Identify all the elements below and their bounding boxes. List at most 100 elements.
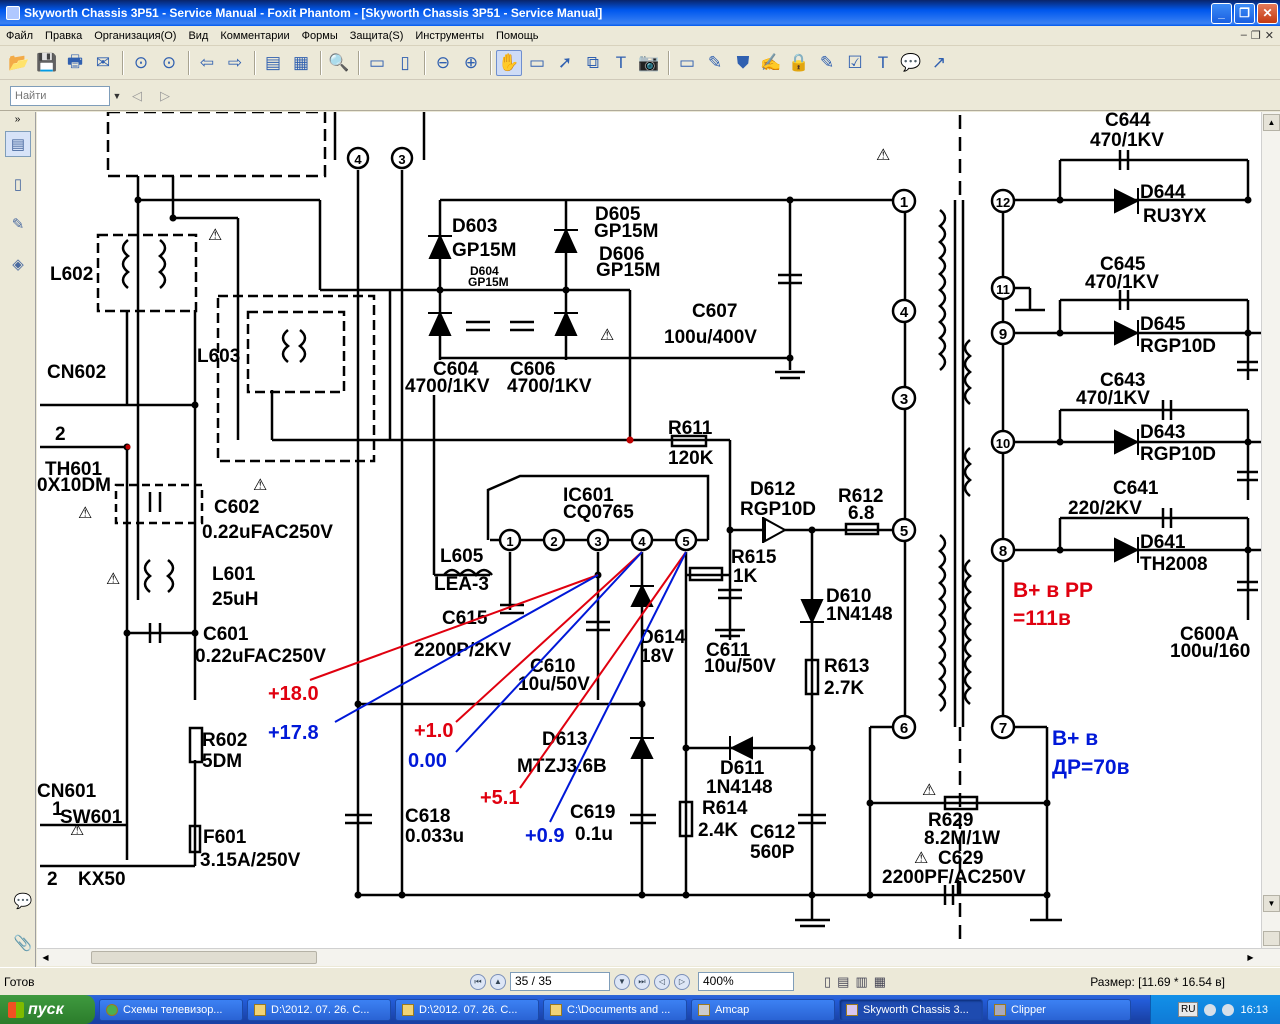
label-d641-value: TH2008 (1140, 554, 1208, 575)
snapshot-icon[interactable]: 📷 (636, 50, 662, 76)
minimize-button[interactable]: _ (1211, 2, 1232, 24)
menu-forms[interactable]: Формы (296, 30, 344, 42)
menu-tools[interactable]: Инструменты (409, 30, 490, 42)
last-page-icon[interactable]: ⏭ (634, 973, 650, 990)
prev-page-icon[interactable]: ▲ (490, 973, 506, 990)
maximize-button[interactable]: ❐ (1234, 2, 1255, 24)
scroll-down-icon[interactable]: ▼ (1263, 895, 1280, 912)
continuous-facing-icon[interactable]: ▦ (874, 974, 886, 990)
pin-7: 7 (999, 720, 1007, 737)
first-page-icon[interactable]: ⏮ (470, 973, 486, 990)
tray-app-icon[interactable] (1222, 1003, 1235, 1016)
doc-restore-icon[interactable]: ❐ (1251, 29, 1261, 42)
scroll-down-end-icon[interactable] (1263, 931, 1280, 946)
save-icon[interactable]: 💾 (34, 50, 60, 76)
task-folder-3[interactable]: C:\Documents and ... (543, 998, 687, 1021)
pin-1: 1 (900, 194, 908, 211)
binoculars-icon[interactable]: ⧉ (580, 50, 606, 76)
layers-icon[interactable]: ✎ (5, 211, 31, 237)
forward-view-icon[interactable]: ▷ (674, 973, 690, 990)
continuous-icon[interactable]: ▤ (837, 974, 849, 990)
zoom-field[interactable]: 400% (698, 972, 794, 991)
comments-panel-icon[interactable]: 💬 (10, 888, 36, 914)
attachments-panel-icon[interactable]: ◈ (5, 251, 31, 277)
rectangle-icon[interactable]: ▭ (674, 50, 700, 76)
toolbar-separator (490, 51, 492, 75)
extract-icon[interactable]: ▦ (288, 50, 314, 76)
task-folder-1[interactable]: D:\2012. 07. 26. С... (247, 998, 391, 1021)
menu-file[interactable]: Файл (0, 30, 39, 42)
doc-minimize-icon[interactable]: – (1241, 29, 1247, 42)
menu-organize[interactable]: Организация(O) (88, 30, 182, 42)
zoom-in-icon[interactable]: ⊕ (458, 50, 484, 76)
facing-icon[interactable]: ▥ (855, 974, 867, 990)
open-icon[interactable]: 📂 (6, 50, 32, 76)
doc-close-icon[interactable]: ✕ (1265, 29, 1274, 42)
lock-icon[interactable]: 🔒 (786, 50, 812, 76)
stamp-icon[interactable]: ⛊ (730, 50, 756, 76)
language-indicator[interactable]: RU (1178, 1002, 1199, 1017)
windows-logo-icon (8, 1001, 24, 1018)
zoom-icon[interactable]: 🔍 (326, 50, 352, 76)
hand-icon[interactable]: ✋ (496, 50, 522, 76)
menu-protect[interactable]: Защита(S) (344, 30, 410, 42)
textbox-icon[interactable]: T (870, 50, 896, 76)
scroll-right-icon[interactable]: ▶ (1243, 950, 1258, 965)
find-prev-icon[interactable]: ◁ (124, 83, 150, 109)
typewriter-icon[interactable]: T (608, 50, 634, 76)
paperclip-icon[interactable]: 📎 (10, 930, 36, 956)
zoom-out-icon[interactable]: ⊖ (430, 50, 456, 76)
close-button[interactable]: ✕ (1257, 2, 1278, 24)
label-r611: R611 (668, 418, 713, 439)
scroll-up-icon[interactable]: ▲ (1263, 114, 1280, 131)
back-icon[interactable]: ⇦ (194, 50, 220, 76)
horizontal-scroll-thumb[interactable] (91, 951, 317, 964)
voltage-pin5-measured: +0.9 (525, 825, 564, 847)
label-d644: D644 (1140, 182, 1186, 203)
pages-icon[interactable]: ▤ (260, 50, 286, 76)
vertical-scrollbar[interactable]: ▲ ▼ (1261, 112, 1280, 948)
pages-panel-icon[interactable]: ▯ (5, 171, 31, 197)
task-folder-2[interactable]: D:\2012. 07. 26. С... (395, 998, 539, 1021)
note-icon[interactable]: 💬 (898, 50, 924, 76)
next-page-icon[interactable]: ▼ (614, 973, 630, 990)
horizontal-scrollbar[interactable]: ◀ ▶ (37, 948, 1280, 966)
find-next-icon[interactable]: ▷ (152, 83, 178, 109)
fit-page-icon[interactable]: ▭ (364, 50, 390, 76)
chevron-down-icon[interactable]: ▼ (110, 91, 124, 101)
sign-icon[interactable]: ✍ (758, 50, 784, 76)
back-view-icon[interactable]: ◁ (654, 973, 670, 990)
menu-edit[interactable]: Правка (39, 30, 88, 42)
scroll-left-icon[interactable]: ◀ (38, 950, 53, 965)
task-foxit[interactable]: Skyworth Chassis 3... (839, 998, 983, 1021)
print-icon[interactable]: 🖶 (62, 50, 88, 76)
down-icon[interactable]: ⊙ (156, 50, 182, 76)
task-amcap[interactable]: Amcap (691, 998, 835, 1021)
status-bar: Готов ⏮ ▲ 35 / 35 ▼ ⏭ ◁ ▷ 400% ▯ ▤ ▥ ▦ Р… (0, 967, 1280, 995)
menu-comments[interactable]: Комментарии (214, 30, 295, 42)
warning-icon: ⚠ (78, 503, 92, 522)
find-input[interactable] (10, 85, 110, 106)
task-browser[interactable]: Схемы телевизор... (99, 998, 243, 1021)
form-icon[interactable]: ☑ (842, 50, 868, 76)
edit-icon[interactable]: ✎ (814, 50, 840, 76)
select-arrow-icon[interactable]: ➚ (552, 50, 578, 76)
single-page-icon[interactable]: ▯ (824, 974, 831, 990)
menu-help[interactable]: Помощь (490, 30, 545, 42)
page-number-field[interactable]: 35 / 35 (510, 972, 610, 991)
start-button[interactable]: пуск (0, 995, 95, 1024)
document-view[interactable]: 1 4 3 5 6 12 11 9 10 8 7 1 2 3 4 5 4 3 C… (37, 112, 1261, 948)
fit-width-icon[interactable]: ▯ (392, 50, 418, 76)
menu-view[interactable]: Вид (182, 30, 214, 42)
up-icon[interactable]: ⊙ (128, 50, 154, 76)
pencil-icon[interactable]: ✎ (702, 50, 728, 76)
arrow-tool-icon[interactable]: ↗ (926, 50, 952, 76)
task-clipper[interactable]: Clipper (987, 998, 1131, 1021)
bookmarks-icon[interactable]: ▤ (5, 131, 31, 157)
tray-app-icon[interactable] (1204, 1003, 1217, 1016)
email-icon[interactable]: ✉ (90, 50, 116, 76)
select-text-icon[interactable]: ▭ (524, 50, 550, 76)
collapse-panel-icon[interactable]: » (0, 112, 35, 125)
title-bar: Skyworth Chassis 3P51 - Service Manual -… (0, 0, 1280, 26)
forward-icon[interactable]: ⇨ (222, 50, 248, 76)
